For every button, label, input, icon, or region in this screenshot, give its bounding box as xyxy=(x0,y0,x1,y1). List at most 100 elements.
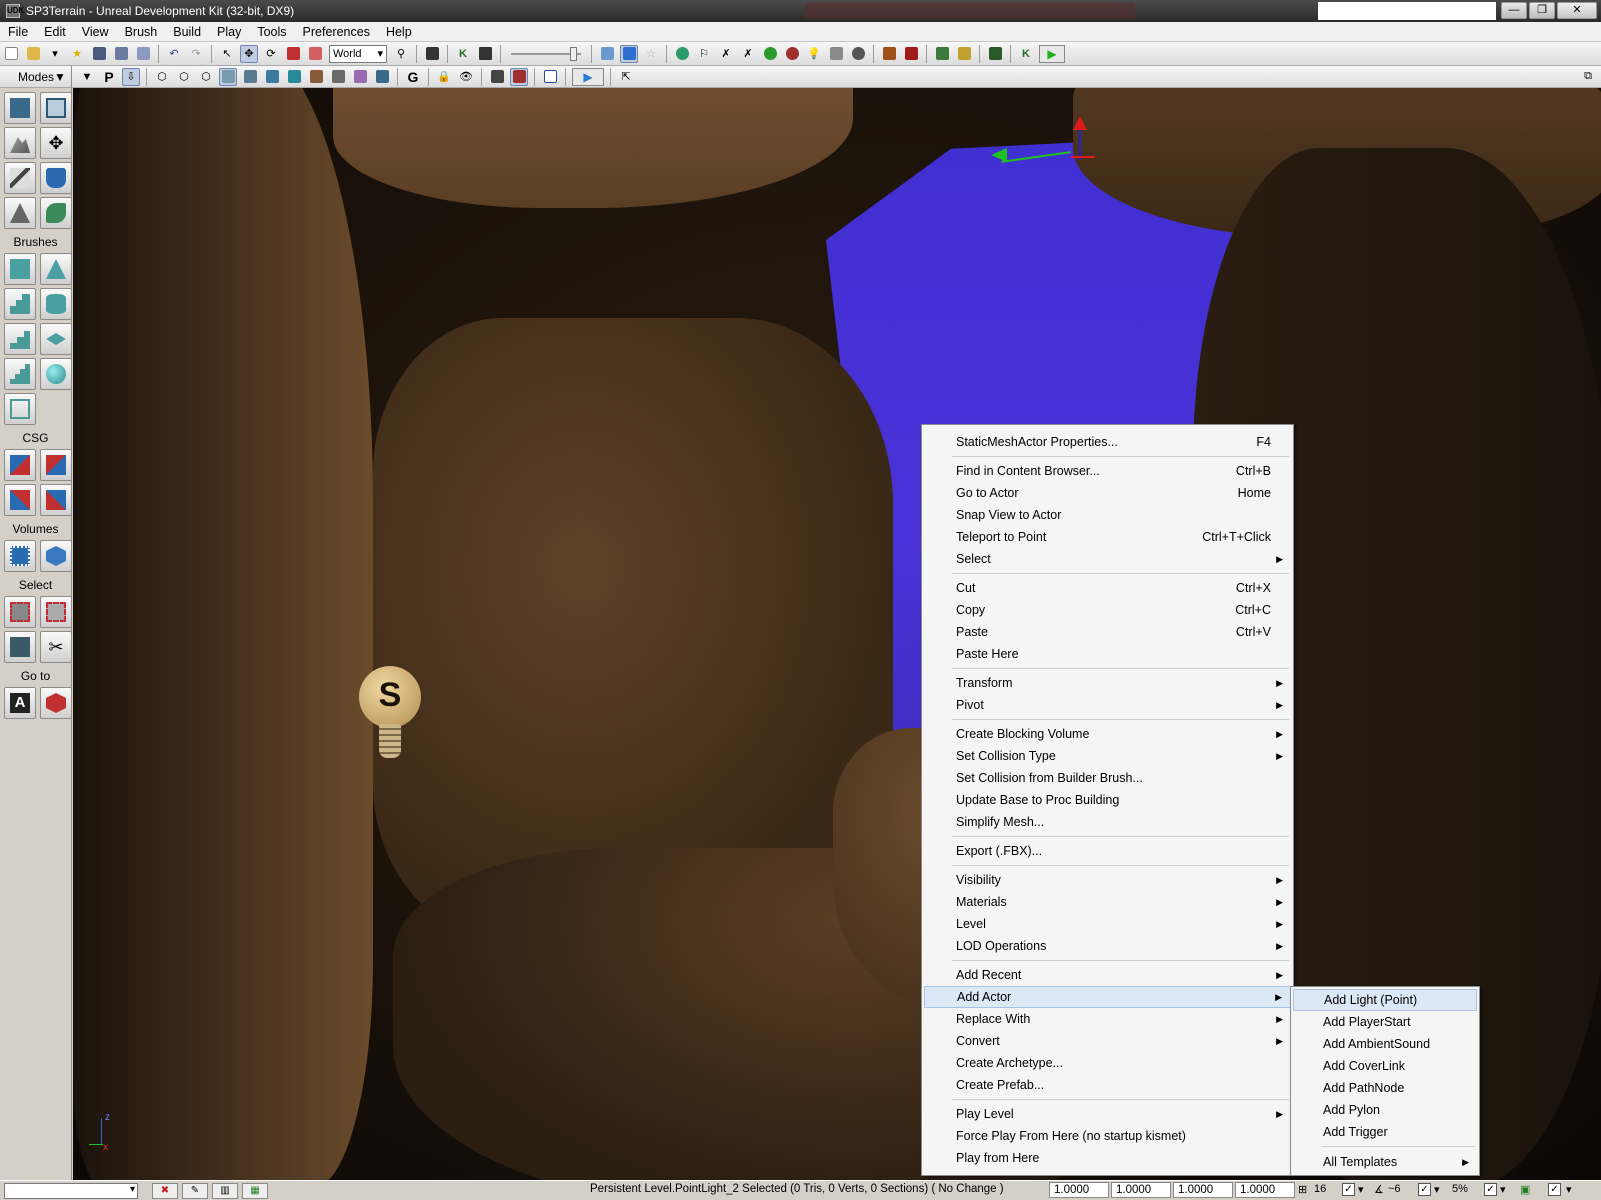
submenu-item[interactable]: Add Pylon xyxy=(1293,1099,1477,1121)
autosave-dropdown-icon[interactable]: ▾ xyxy=(1566,1183,1572,1196)
context-menu-item[interactable]: Visibility ▶ xyxy=(924,869,1291,891)
close-button[interactable]: ✕ xyxy=(1557,2,1597,19)
add-volume-button[interactable] xyxy=(4,540,36,572)
drag-grid-icon[interactable]: ✖ xyxy=(152,1182,178,1199)
light-complexity-icon[interactable] xyxy=(285,68,303,86)
submenu-item[interactable]: Add CoverLink xyxy=(1293,1055,1477,1077)
build-geometry-icon[interactable] xyxy=(598,45,616,63)
spiral-stair-brush-button[interactable] xyxy=(4,358,36,390)
menu-build[interactable]: Build xyxy=(165,25,209,39)
context-menu-item[interactable]: Paste Ctrl+V xyxy=(924,621,1291,643)
context-menu-item[interactable]: Add Recent ▶ xyxy=(924,964,1291,986)
grid-snap-checkbox[interactable]: ✓ xyxy=(1342,1183,1355,1196)
context-menu-item[interactable]: LOD Operations ▶ xyxy=(924,935,1291,957)
game-view-letter-button[interactable]: G xyxy=(404,68,422,86)
submenu-item[interactable]: Add Light (Point) xyxy=(1293,989,1477,1011)
slider-thumb[interactable] xyxy=(570,46,577,61)
save-all-icon[interactable] xyxy=(112,45,130,63)
scale-field-1[interactable]: 1.0000 xyxy=(1049,1182,1109,1198)
unreal-frontend-icon[interactable] xyxy=(902,45,920,63)
gizmo-z-arrow-icon[interactable] xyxy=(1073,116,1087,130)
context-menu-item[interactable]: Level ▶ xyxy=(924,913,1291,935)
favorites-star-icon[interactable]: ☆ xyxy=(642,45,660,63)
context-menu-item[interactable]: Set Collision Type ▶ xyxy=(924,745,1291,767)
select-arrow-icon[interactable]: ↖ xyxy=(218,45,236,63)
translate-tool-button[interactable]: ✥ xyxy=(40,127,72,159)
modes-dropdown-icon[interactable]: ▼ xyxy=(54,70,66,84)
actor-icon[interactable] xyxy=(488,68,506,86)
menu-edit[interactable]: Edit xyxy=(36,25,74,39)
context-menu-item[interactable]: Create Archetype... xyxy=(924,1052,1291,1074)
context-menu-item[interactable]: Convert ▶ xyxy=(924,1030,1291,1052)
scale-mode-icon[interactable] xyxy=(284,45,302,63)
point-light-actor-icon[interactable]: S xyxy=(359,666,421,766)
gizmo-x-axis-line[interactable] xyxy=(1071,156,1095,158)
cylinder-brush-button[interactable] xyxy=(40,288,72,320)
context-menu-item[interactable]: Export (.FBX)... xyxy=(924,840,1291,862)
play-in-editor-button[interactable]: ▶ xyxy=(1039,44,1065,63)
cone-brush-button[interactable] xyxy=(40,253,72,285)
cube-brush-button[interactable] xyxy=(4,253,36,285)
map-check-icon[interactable] xyxy=(827,45,845,63)
linear-stair-brush-button[interactable] xyxy=(4,323,36,355)
landscape-mode-button[interactable] xyxy=(4,197,36,229)
context-menu-item[interactable]: Find in Content Browser... Ctrl+B xyxy=(924,460,1291,482)
csg-add-button[interactable] xyxy=(4,449,36,481)
menu-brush[interactable]: Brush xyxy=(117,25,166,39)
geometry-mode-button[interactable] xyxy=(40,92,72,124)
binoculars-search-icon[interactable]: ⚲ xyxy=(392,45,410,63)
volumetric-brush-button[interactable] xyxy=(4,393,36,425)
menu-view[interactable]: View xyxy=(74,25,117,39)
sphere-brush-button[interactable] xyxy=(40,358,72,390)
context-menu-item[interactable]: Simplify Mesh... xyxy=(924,811,1291,833)
context-menu-item[interactable]: Transform ▶ xyxy=(924,672,1291,694)
csg-intersect-button[interactable] xyxy=(4,484,36,516)
nonuniform-scale-icon[interactable] xyxy=(306,45,324,63)
content-browser-icon[interactable] xyxy=(423,45,441,63)
context-menu-item[interactable]: Snap View to Actor xyxy=(924,504,1291,526)
new-file-icon[interactable] xyxy=(2,45,20,63)
context-menu-item[interactable]: Cut Ctrl+X xyxy=(924,577,1291,599)
hide-selected-button[interactable] xyxy=(40,596,72,628)
pencil-icon[interactable]: ✎ xyxy=(182,1182,208,1199)
context-menu-item[interactable]: Play Level ▶ xyxy=(924,1103,1291,1125)
context-menu-item[interactable]: Create Blocking Volume ▶ xyxy=(924,723,1291,745)
submenu-item[interactable]: All Templates ▶ xyxy=(1293,1151,1477,1173)
build-lighting-icon[interactable] xyxy=(620,44,638,63)
minimize-button[interactable]: — xyxy=(1501,2,1527,19)
goto-builder-brush-button[interactable] xyxy=(40,687,72,719)
build-cover-icon[interactable]: ⚐ xyxy=(695,45,713,63)
kismet-red-icon[interactable]: K xyxy=(1017,45,1035,63)
save-current-level-icon[interactable] xyxy=(134,45,152,63)
maximize-button[interactable]: ❐ xyxy=(1529,2,1555,19)
stream-icon[interactable] xyxy=(541,68,559,86)
monitor-icon[interactable] xyxy=(986,45,1004,63)
context-menu-item[interactable]: Teleport to Point Ctrl+T+Click xyxy=(924,526,1291,548)
shader-complexity-icon[interactable] xyxy=(329,68,347,86)
save-icon[interactable] xyxy=(90,45,108,63)
scale-snap-checkbox[interactable]: ✓ xyxy=(1484,1183,1497,1196)
gizmo-y-arrow-icon[interactable] xyxy=(991,148,1007,162)
rotate-mode-icon[interactable]: ⟳ xyxy=(262,45,280,63)
realtime-audio-icon[interactable] xyxy=(510,67,528,86)
context-menu-item[interactable]: Go to Actor Home xyxy=(924,482,1291,504)
context-menu-item[interactable]: Paste Here xyxy=(924,643,1291,665)
mesh-paint-button[interactable] xyxy=(40,162,72,194)
favorite-star-icon[interactable]: ★ xyxy=(68,45,86,63)
camera-options-icon[interactable]: ⇱ xyxy=(617,68,635,86)
scale-field-4[interactable]: 1.0000 xyxy=(1235,1182,1295,1198)
context-menu-item[interactable]: Materials ▶ xyxy=(924,891,1291,913)
submenu-item[interactable]: Add PlayerStart xyxy=(1293,1011,1477,1033)
select-inside-button[interactable] xyxy=(4,631,36,663)
texture-density-icon[interactable] xyxy=(307,68,325,86)
light-bulb-tool-icon[interactable]: 💡 xyxy=(805,45,823,63)
menu-preferences[interactable]: Preferences xyxy=(295,25,378,39)
taskbar-search-field[interactable] xyxy=(1318,2,1496,20)
reflections-icon[interactable] xyxy=(373,68,391,86)
deselect-button[interactable]: ✂ xyxy=(40,631,72,663)
build-status-icon[interactable]: ▦ xyxy=(242,1182,268,1199)
perspective-letter-button[interactable]: P xyxy=(100,68,118,86)
context-menu-item[interactable]: Add Actor ▶ xyxy=(924,986,1291,1008)
context-menu-item[interactable]: Copy Ctrl+C xyxy=(924,599,1291,621)
statistics-icon[interactable] xyxy=(849,45,867,63)
